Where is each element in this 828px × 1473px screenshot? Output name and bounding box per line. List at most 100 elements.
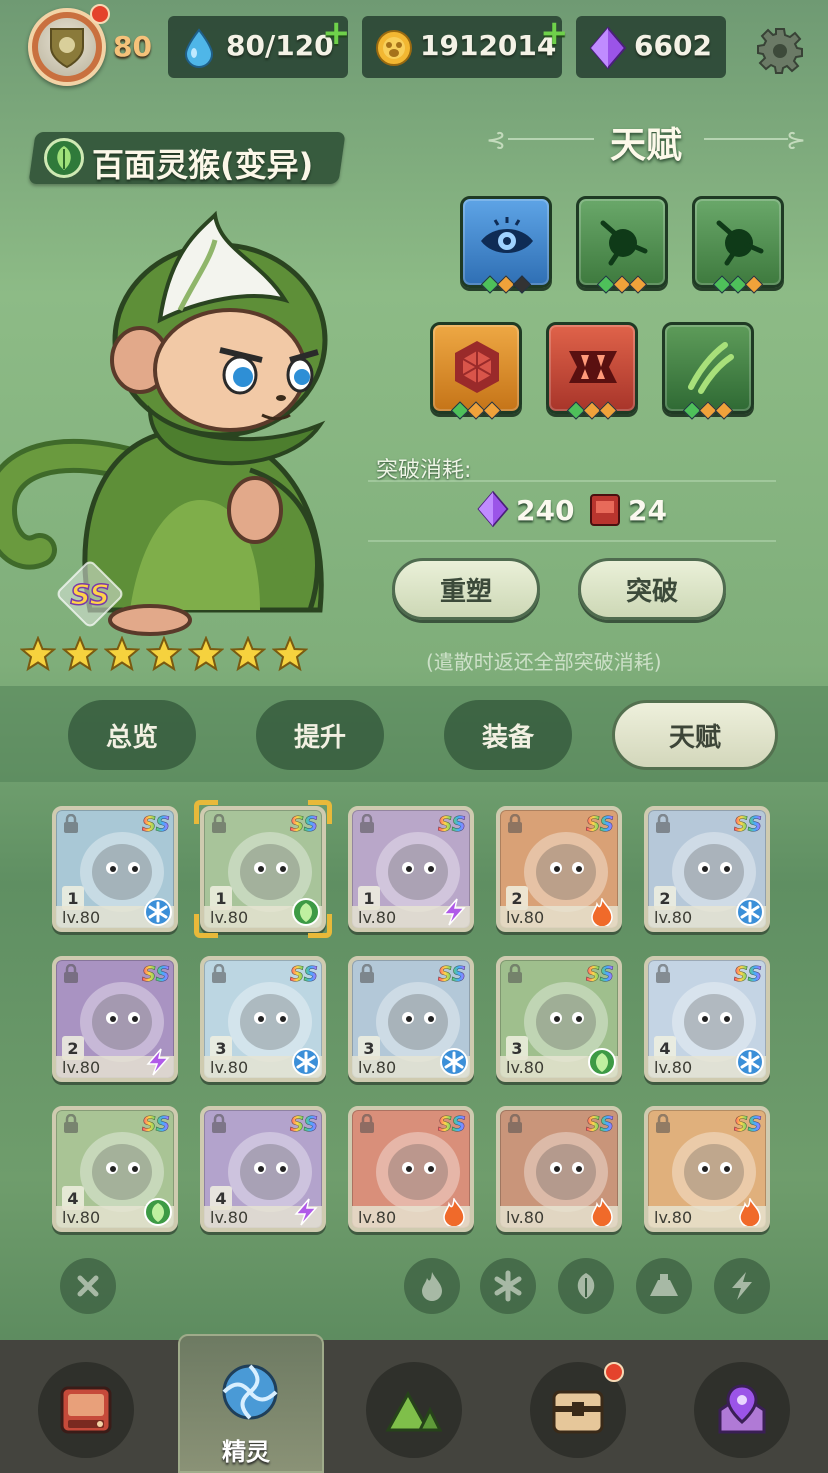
lock-icon (64, 814, 78, 833)
talent-slot-4[interactable] (430, 322, 522, 420)
pet-card[interactable]: SS 1 lv.80 (52, 806, 178, 932)
lock-icon (360, 814, 374, 833)
star-icon (104, 636, 140, 672)
tab-talent[interactable]: 天赋 (612, 700, 778, 770)
talent-rank-diamonds (480, 275, 532, 294)
ice-filter-button[interactable] (480, 1258, 536, 1314)
pet-card[interactable]: SS 4 lv.80 (52, 1106, 178, 1232)
reshape-button[interactable]: 重塑 (392, 558, 540, 620)
lock-icon (656, 814, 670, 833)
purple-gem-icon (589, 26, 627, 70)
pet-level: lv.80 (654, 1208, 693, 1227)
crest-icon (38, 18, 96, 76)
pet-grade: SS (437, 1112, 467, 1137)
pet-card[interactable]: SS 2 lv.80 (644, 806, 770, 932)
pet-level: lv.80 (210, 1208, 249, 1227)
pet-card[interactable]: SS 3 lv.80 (200, 956, 326, 1082)
pet-card[interactable]: SS 1 lv.80 (348, 806, 474, 932)
talent-rank-diamonds (450, 401, 502, 420)
ice-element-icon (292, 1048, 320, 1076)
nav-spirit[interactable] (202, 1344, 298, 1440)
lock-icon (508, 814, 522, 833)
divider (368, 540, 776, 542)
pet-card[interactable]: SS lv.80 (644, 1106, 770, 1232)
nav-backpack[interactable] (38, 1362, 134, 1458)
clear-filter-icon (77, 1275, 99, 1297)
selection-corner (308, 800, 332, 824)
thunder-filter-icon (732, 1272, 752, 1300)
star-icon (188, 636, 224, 672)
talent-title: 天赋 (610, 125, 683, 166)
clear-filter-button[interactable] (60, 1258, 116, 1314)
lock-icon (360, 1114, 374, 1133)
talent-slot-3[interactable] (692, 196, 784, 294)
add-stamina-button[interactable]: + (322, 16, 351, 50)
pet-card[interactable]: SS 4 lv.80 (644, 956, 770, 1082)
earth-filter-icon (650, 1274, 678, 1296)
tab-upgrade[interactable]: 提升 (256, 700, 384, 770)
ice-element-icon (736, 898, 764, 926)
selection-corner (194, 800, 218, 824)
pet-grade: SS (733, 1112, 763, 1137)
star-icon (272, 636, 308, 672)
pet-card[interactable]: SS 2 lv.80 (496, 806, 622, 932)
lock-icon (508, 964, 522, 983)
claw-slash-icon (688, 342, 734, 394)
top-resource-bar: 80 80/120 + 1912014 + 6602 (0, 0, 828, 90)
fire-element-icon (588, 896, 616, 928)
pet-level: lv.80 (654, 1058, 693, 1077)
tab-equipment[interactable]: 装备 (444, 700, 572, 770)
pet-grade: SS (141, 812, 171, 837)
settings-gear-icon[interactable] (756, 26, 804, 74)
earth-filter-button[interactable] (636, 1258, 692, 1314)
pet-card[interactable]: SS 3 lv.80 (348, 956, 474, 1082)
thunder-filter-button[interactable] (714, 1258, 770, 1314)
talent-slot-5[interactable] (546, 322, 638, 420)
mountain-icon (385, 1390, 443, 1432)
pet-grade: SS (141, 1112, 171, 1137)
leaf-filter-icon (577, 1273, 595, 1299)
fire-filter-button[interactable] (404, 1258, 460, 1314)
lock-icon (212, 964, 226, 983)
star-icon (20, 636, 56, 672)
stamina-value: 80/120 (226, 29, 334, 62)
talent-rank-diamonds (712, 275, 764, 294)
thorn-orb-icon (600, 220, 648, 266)
chest-icon (552, 1390, 604, 1434)
map-pin-icon (718, 1384, 766, 1434)
leaf-element-icon (588, 1048, 616, 1076)
pet-card[interactable]: SS lv.80 (496, 1106, 622, 1232)
gems-value: 6602 (634, 29, 712, 62)
pet-grade: SS (585, 962, 615, 987)
pet-level: lv.80 (62, 908, 101, 927)
talent-slot-1[interactable] (460, 196, 552, 294)
talent-slot-6[interactable] (662, 322, 754, 420)
lock-icon (64, 1114, 78, 1133)
nav-adventure[interactable] (366, 1362, 462, 1458)
ss-grade-badge: SS (57, 561, 123, 627)
dismiss-refund-note: (遣散时返还全部突破消耗) (426, 650, 662, 674)
leaf-filter-button[interactable] (558, 1258, 614, 1314)
fire-element-icon (588, 1196, 616, 1228)
pet-card[interactable]: SS 4 lv.80 (200, 1106, 326, 1232)
add-coins-button[interactable]: + (540, 16, 569, 50)
pet-card[interactable]: SS 3 lv.80 (496, 956, 622, 1082)
pet-card[interactable]: SS 2 lv.80 (52, 956, 178, 1082)
leaf-element-icon (144, 1198, 172, 1226)
lock-icon (64, 964, 78, 983)
breakthrough-button[interactable]: 突破 (578, 558, 726, 620)
player-level: 80 (113, 30, 152, 63)
nav-map[interactable] (694, 1362, 790, 1458)
talent-slot-2[interactable] (576, 196, 668, 294)
nav-spirit-label: 精灵 (222, 1438, 270, 1466)
pet-grade: SS (733, 962, 763, 987)
divider (368, 480, 776, 482)
chest-notification-dot (604, 1362, 624, 1382)
thorn-orb-icon (716, 220, 764, 266)
lock-icon (508, 1114, 522, 1133)
pet-card[interactable]: SS lv.80 (348, 1106, 474, 1232)
tab-overview[interactable]: 总览 (68, 700, 196, 770)
fire-element-icon (440, 1196, 468, 1228)
pet-level: lv.80 (506, 908, 545, 927)
pet-level: lv.80 (358, 1058, 397, 1077)
